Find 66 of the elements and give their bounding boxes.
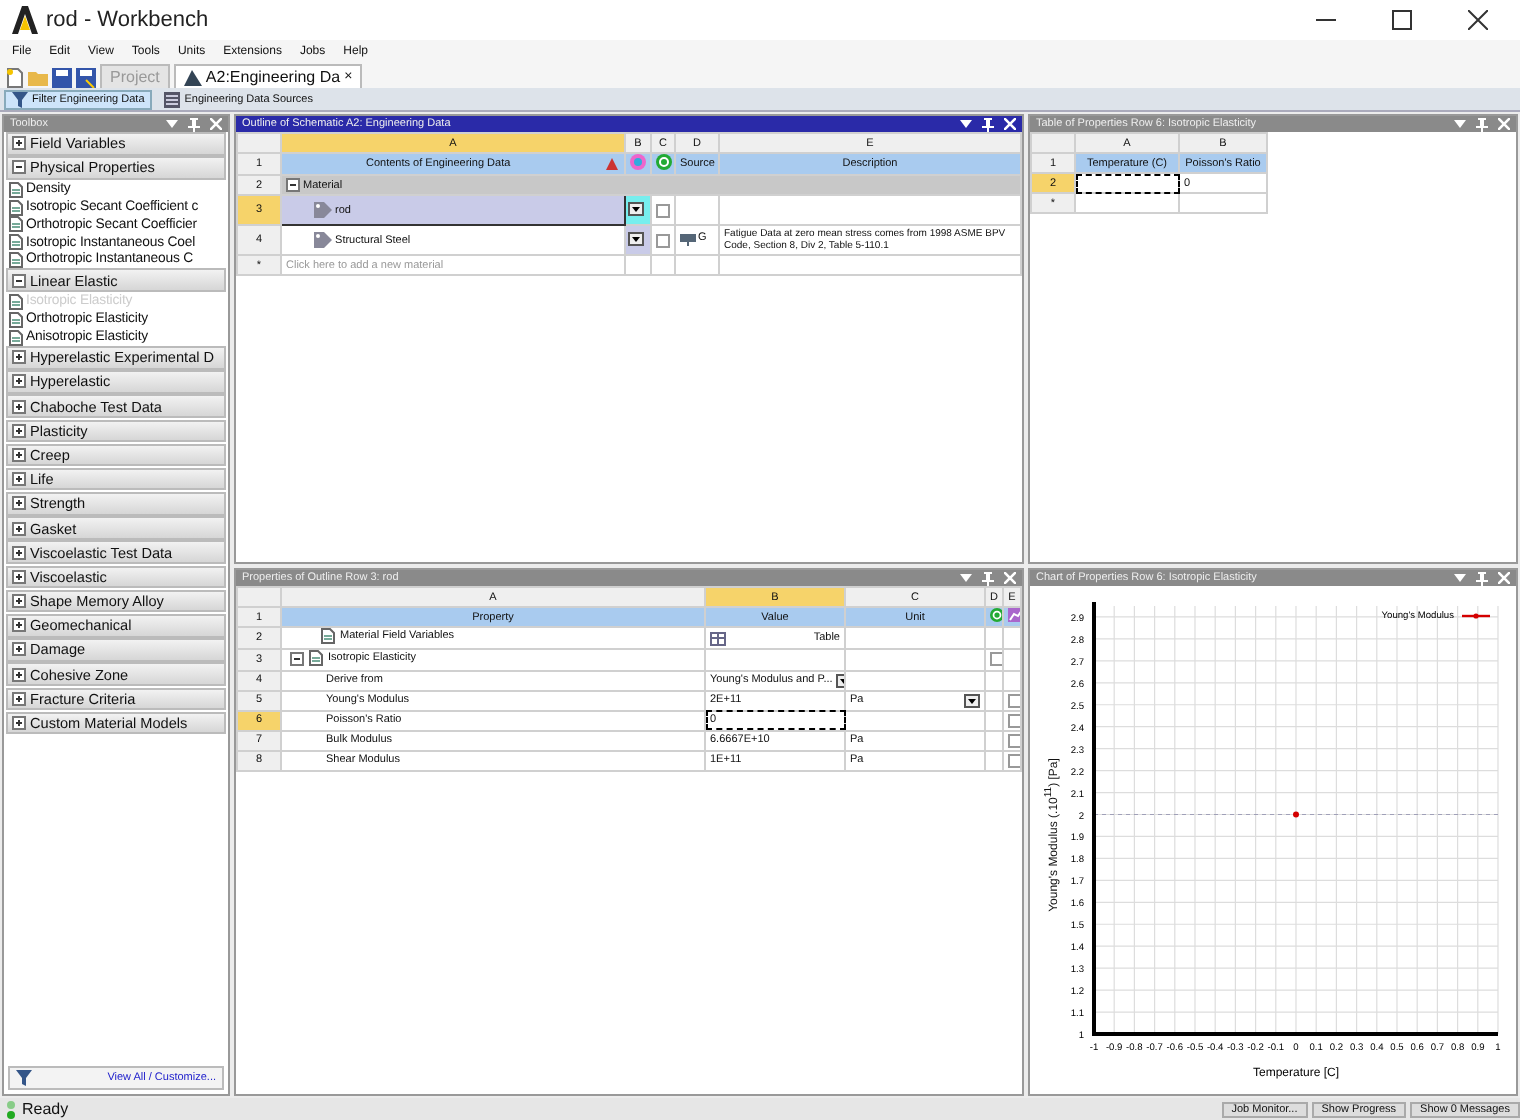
expand-icon[interactable] (12, 136, 26, 151)
close-icon[interactable] (1468, 10, 1488, 30)
expand-icon[interactable] (12, 350, 26, 365)
corner-cell (237, 133, 281, 153)
checkbox[interactable] (656, 233, 670, 247)
expand-icon[interactable] (12, 447, 26, 462)
checkbox[interactable] (1008, 733, 1019, 747)
expand-icon[interactable] (12, 496, 26, 511)
database-icon (164, 91, 181, 107)
expand-icon[interactable] (12, 374, 26, 389)
temperature-cell[interactable] (1075, 173, 1179, 193)
window-title: rod - Workbench (46, 8, 209, 32)
filter-icon (16, 1070, 32, 1086)
corner-cell (237, 587, 281, 607)
unit-cell[interactable] (845, 670, 985, 690)
document-icon (308, 650, 324, 666)
expand-icon[interactable] (12, 521, 26, 536)
expand-icon[interactable] (12, 472, 26, 487)
value-cell[interactable] (705, 649, 845, 670)
expand-icon[interactable] (12, 691, 26, 706)
checkbox[interactable] (656, 203, 670, 217)
collapse-icon[interactable] (12, 273, 26, 288)
pin-icon[interactable] (982, 117, 994, 131)
tag-icon (314, 202, 332, 218)
checkbox[interactable] (1008, 713, 1019, 727)
app-logo-icon (12, 6, 38, 34)
dropdown-button[interactable] (964, 693, 980, 707)
status-text: Ready (22, 1100, 69, 1118)
unit-cell[interactable] (845, 710, 985, 730)
expand-icon[interactable] (12, 545, 26, 560)
tag-icon (314, 232, 332, 248)
unit-cell[interactable] (845, 649, 985, 670)
tab-label: A2:Engineering Da (205, 68, 341, 86)
dropdown-button[interactable] (628, 201, 644, 215)
status-light-icon (6, 1099, 16, 1119)
save-icon[interactable] (52, 68, 72, 88)
expand-icon[interactable] (12, 667, 26, 682)
checkbox[interactable] (1008, 693, 1019, 707)
tab-label: Project (110, 68, 160, 86)
expand-icon[interactable] (12, 716, 26, 731)
tab-icon (183, 69, 202, 85)
document-icon (320, 629, 336, 644)
corner-cell (1031, 133, 1075, 153)
refresh-icon (990, 609, 1001, 622)
checkbox[interactable] (990, 652, 1001, 667)
checkbox[interactable] (1008, 753, 1019, 767)
new-file-icon[interactable] (6, 68, 24, 88)
unit-cell[interactable] (845, 627, 985, 649)
legend-marker (1462, 613, 1490, 619)
expand-icon[interactable] (12, 594, 26, 609)
collapse-icon[interactable] (286, 178, 300, 192)
dropdown-button[interactable] (628, 231, 644, 245)
expand-icon[interactable] (12, 642, 26, 657)
refresh-icon (656, 155, 672, 170)
temperature-cell[interactable] (1075, 193, 1179, 213)
save-as-icon[interactable] (76, 68, 96, 88)
ratio-cell[interactable] (1179, 193, 1267, 213)
table-icon (710, 631, 726, 645)
maximize-icon[interactable] (1392, 10, 1412, 30)
collapse-icon[interactable] (12, 160, 26, 175)
expand-icon[interactable] (12, 399, 26, 414)
color-wheel-icon (630, 155, 646, 170)
expand-icon[interactable] (12, 618, 26, 633)
expand-icon[interactable] (12, 423, 26, 438)
expand-icon[interactable] (12, 569, 26, 584)
collapse-icon[interactable] (290, 651, 304, 665)
